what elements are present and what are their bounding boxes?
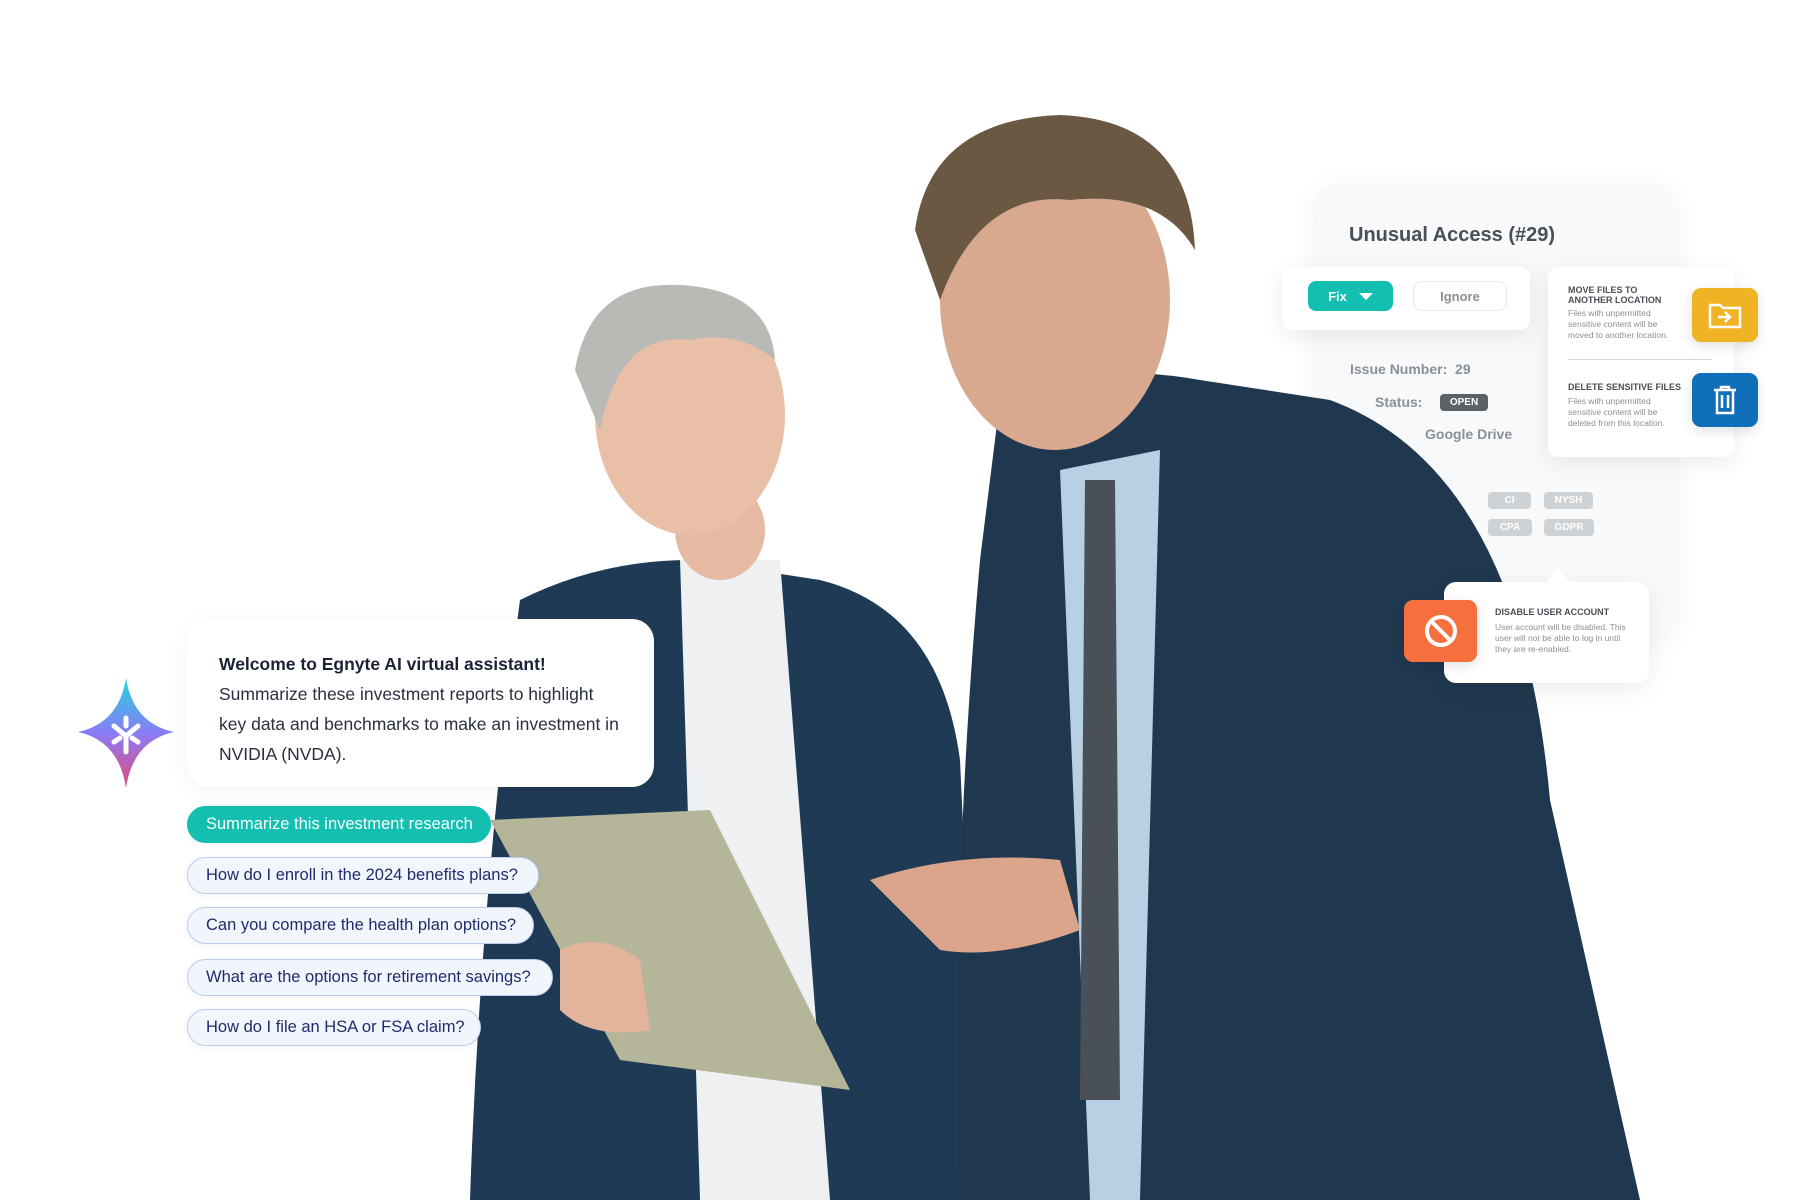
move-files-title: MOVE FILES TO ANOTHER LOCATION [1568, 285, 1662, 305]
move-files-button[interactable] [1692, 288, 1758, 342]
disable-user-title: DISABLE USER ACCOUNT [1495, 607, 1610, 617]
suggestion-chip[interactable]: Summarize this investment research [187, 806, 491, 843]
assistant-message-bubble: Welcome to Egnyte AI virtual assistant! … [187, 619, 654, 787]
fix-dropdown-button[interactable]: Fix [1308, 281, 1393, 311]
move-files-desc: Files with unpermitted sensitive content… [1568, 308, 1669, 340]
welcome-heading: Welcome to Egnyte AI virtual assistant! [219, 654, 546, 674]
block-icon [1424, 615, 1457, 647]
caret-down-icon [1358, 292, 1373, 300]
delete-files-desc: Files with unpermitted sensitive content… [1568, 396, 1665, 428]
trash-icon [1714, 385, 1736, 415]
suggestion-chip[interactable]: Can you compare the health plan options? [187, 907, 534, 944]
delete-files-button[interactable] [1692, 373, 1758, 427]
fix-label: Fix [1328, 288, 1347, 304]
delete-files-title: DELETE SENSITIVE FILES [1568, 382, 1682, 392]
man-suit [957, 373, 1640, 1200]
folder-move-icon [1708, 303, 1742, 329]
card-pointer [1546, 566, 1570, 583]
suggestion-chip[interactable]: How do I file an HSA or FSA claim? [187, 1009, 481, 1046]
divider [1568, 359, 1712, 360]
disable-user-desc: User account will be disabled. This user… [1495, 622, 1626, 654]
suggestion-chip[interactable]: What are the options for retirement savi… [187, 959, 553, 996]
assistant-message: Summarize these investment reports to hi… [219, 684, 619, 764]
ignore-button[interactable]: Ignore [1413, 281, 1507, 311]
disable-user-button[interactable] [1404, 600, 1477, 662]
egnyte-ai-star-icon [78, 678, 174, 788]
suggestion-chip[interactable]: How do I enroll in the 2024 benefits pla… [187, 857, 539, 894]
man-tie [1080, 480, 1120, 1100]
